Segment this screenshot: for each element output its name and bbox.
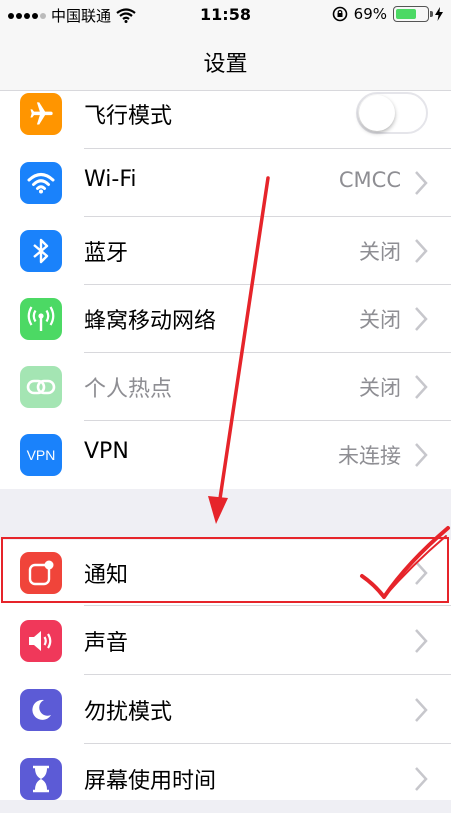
wifi-icon <box>20 162 62 204</box>
vpn-label: VPN <box>84 439 129 464</box>
chevron-right-icon <box>415 307 428 331</box>
divider <box>84 674 451 675</box>
page-title: 设置 <box>203 52 248 77</box>
speaker-icon <box>20 620 62 662</box>
status-bar: 中国联通 11:58 69% <box>0 0 451 30</box>
settings-group-connectivity: 飞行模式 Wi-Fi CMCC 蓝牙 关闭 蜂窝移动网络 关闭 个人热点 关闭 … <box>0 91 451 489</box>
toggle-knob <box>359 95 395 131</box>
wifi-label: Wi-Fi <box>84 167 137 192</box>
divider <box>84 605 451 606</box>
cellular-label: 蜂窝移动网络 <box>84 309 217 334</box>
hourglass-icon <box>20 758 62 800</box>
airplane-mode-toggle[interactable] <box>356 92 428 134</box>
battery-level-fill <box>396 9 416 19</box>
charging-bolt-icon <box>435 7 443 21</box>
settings-row-do-not-disturb[interactable]: 勿扰模式 <box>0 676 451 744</box>
bluetooth-value: 关闭 <box>359 240 401 264</box>
vpn-icon: VPN <box>20 434 62 476</box>
settings-row-sounds[interactable]: 声音 <box>0 607 451 675</box>
settings-row-cellular[interactable]: 蜂窝移动网络 关闭 <box>0 285 451 353</box>
orientation-lock-icon <box>332 6 347 22</box>
settings-row-screen-time[interactable]: 屏幕使用时间 <box>0 745 451 813</box>
chevron-right-icon <box>415 239 428 263</box>
bluetooth-icon <box>20 230 62 272</box>
chevron-right-icon <box>415 171 428 195</box>
chevron-right-icon <box>415 375 428 399</box>
screen-time-label: 屏幕使用时间 <box>84 769 217 794</box>
chevron-right-icon <box>415 767 428 791</box>
annotation-highlight-box <box>1 537 449 603</box>
settings-row-personal-hotspot[interactable]: 个人热点 关闭 <box>0 353 451 421</box>
settings-row-vpn[interactable]: VPN VPN 未连接 <box>0 421 451 489</box>
cellular-value: 关闭 <box>359 308 401 332</box>
dnd-label: 勿扰模式 <box>84 700 173 725</box>
bluetooth-label: 蓝牙 <box>84 241 129 266</box>
chevron-right-icon <box>415 698 428 722</box>
hotspot-label: 个人热点 <box>84 377 173 402</box>
battery-icon <box>393 6 433 22</box>
divider <box>84 743 451 744</box>
settings-row-wifi[interactable]: Wi-Fi CMCC <box>0 149 451 217</box>
cellular-antenna-icon <box>20 298 62 340</box>
chevron-right-icon <box>415 443 428 467</box>
chevron-right-icon <box>415 629 428 653</box>
sounds-label: 声音 <box>84 631 129 656</box>
vpn-value: 未连接 <box>338 444 401 468</box>
hotspot-link-icon <box>20 366 62 408</box>
settings-row-airplane-mode[interactable]: 飞行模式 <box>0 80 451 148</box>
hotspot-value: 关闭 <box>359 376 401 400</box>
airplane-icon <box>20 93 62 135</box>
settings-row-bluetooth[interactable]: 蓝牙 关闭 <box>0 217 451 285</box>
airplane-mode-label: 飞行模式 <box>84 104 173 129</box>
battery-percent: 69% <box>353 5 387 23</box>
status-right: 69% <box>332 5 443 23</box>
moon-icon <box>20 689 62 731</box>
wifi-value: CMCC <box>338 168 401 192</box>
